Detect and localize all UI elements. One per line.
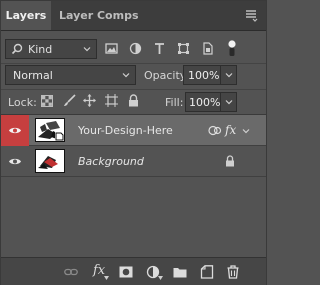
lock-position-icon[interactable] — [83, 94, 96, 107]
pixel-filter-icon[interactable] — [105, 42, 118, 55]
panel-tab-bar: Layers Layer Comps — [1, 1, 266, 31]
divider — [1, 63, 266, 64]
new-group-folder-icon[interactable] — [173, 265, 187, 279]
chevron-down-icon — [225, 73, 233, 78]
lock-label: Lock: — [8, 96, 37, 109]
layer-thumbnail — [35, 149, 65, 173]
chevron-down-icon — [225, 100, 233, 105]
lock-all-icon[interactable] — [128, 94, 139, 107]
link-layers-icon[interactable] — [64, 265, 78, 279]
lock-artboard-icon[interactable] — [105, 94, 118, 107]
visibility-toggle[interactable] — [1, 146, 29, 177]
expand-effects-chevron-icon[interactable] — [242, 127, 250, 135]
layer-thumbnail — [35, 118, 65, 142]
shape-filter-icon[interactable] — [177, 42, 190, 55]
add-layer-mask-icon[interactable] — [119, 265, 133, 279]
lock-transparent-pixels-icon[interactable] — [41, 95, 53, 107]
opacity-slider-toggle[interactable] — [220, 65, 237, 85]
lock-image-pixels-icon[interactable] — [63, 94, 76, 107]
dropdown-arrow-icon — [158, 276, 163, 280]
search-icon — [11, 43, 23, 55]
blend-mode-dropdown[interactable]: Normal — [5, 65, 136, 85]
chevron-down-icon — [122, 73, 130, 78]
smart-object-icon — [208, 125, 222, 136]
opacity-field[interactable]: 100% — [183, 65, 220, 85]
chevron-down-icon — [83, 47, 91, 52]
layer-row-background[interactable]: Background — [1, 146, 266, 177]
divider — [1, 89, 266, 90]
layer-name[interactable]: Background — [78, 146, 144, 177]
visibility-toggle[interactable] — [1, 115, 29, 146]
dropdown-arrow-icon — [104, 276, 109, 280]
blend-mode-value: Normal — [13, 69, 53, 82]
filter-kind-label: Kind — [28, 43, 53, 56]
tab-layers[interactable]: Layers — [1, 1, 51, 30]
layers-bottom-toolbar: fx — [1, 257, 266, 285]
layer-name[interactable]: Your-Design-Here — [78, 115, 173, 146]
filter-kind-dropdown[interactable]: Kind — [5, 39, 97, 59]
smart-object-badge-icon — [55, 132, 64, 141]
tab-layer-comps[interactable]: Layer Comps — [59, 1, 139, 30]
type-filter-icon[interactable] — [153, 42, 166, 55]
opacity-value: 100% — [188, 69, 220, 82]
new-layer-icon[interactable] — [200, 265, 214, 279]
fill-value: 100% — [189, 96, 221, 109]
delete-layer-trash-icon[interactable] — [226, 265, 240, 279]
lock-icon — [226, 155, 234, 167]
adjustment-filter-icon[interactable] — [129, 42, 142, 55]
filter-toggle-icon[interactable] — [225, 40, 239, 57]
layer-effects-fx-icon[interactable]: fx — [225, 123, 236, 137]
panel-menu-icon[interactable] — [244, 8, 258, 22]
fill-label: Fill: — [165, 96, 184, 109]
layers-panel: Layers Layer Comps Kind Normal Opacity: … — [0, 0, 267, 285]
eye-icon — [9, 158, 21, 165]
eye-icon — [9, 127, 21, 134]
fill-field[interactable]: 100% — [185, 92, 220, 112]
layer-row-your-design-here[interactable]: Your-Design-Here fx — [1, 115, 266, 146]
fill-slider-toggle[interactable] — [220, 92, 237, 112]
smart-object-filter-icon[interactable] — [201, 42, 214, 55]
